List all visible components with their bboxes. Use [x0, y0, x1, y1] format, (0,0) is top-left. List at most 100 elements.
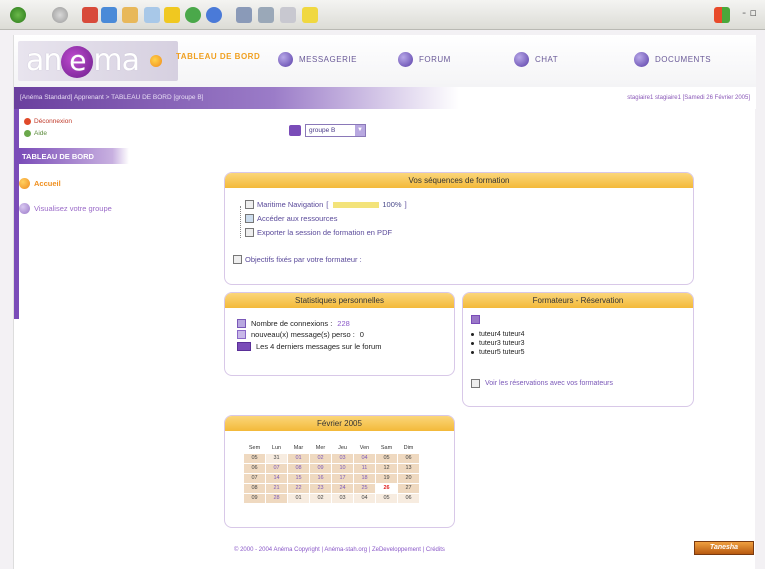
group-select: groupe B ▼ — [289, 124, 366, 137]
calendar-day-cell[interactable]: 01 — [287, 492, 310, 504]
refresh-icon[interactable] — [101, 7, 117, 23]
stats-title: Statistiques personnelles — [225, 293, 454, 308]
forward-icon[interactable] — [52, 7, 68, 23]
calendar-day-cell[interactable]: 17 — [331, 472, 354, 484]
sidebar-item-groupe[interactable]: Visualisez votre groupe — [19, 203, 112, 214]
messenger-icon[interactable] — [302, 7, 318, 23]
calendar-day-cell[interactable]: 04 — [353, 452, 376, 464]
history-icon[interactable] — [206, 7, 222, 23]
group-icon — [289, 125, 301, 136]
print-icon[interactable] — [258, 7, 274, 23]
export-pdf-link[interactable]: Exporter la session de formation en PDF — [245, 228, 392, 237]
anema-logo[interactable]: an e ma — [18, 41, 178, 81]
groupe-ball-icon — [19, 203, 30, 214]
calendar-day-header: Ven — [359, 445, 370, 452]
breadcrumb-bar: [Anéma Standard] Apprenant > TABLEAU DE … — [14, 87, 756, 109]
aide-link[interactable]: Aide — [24, 130, 47, 137]
back-icon[interactable] — [10, 7, 26, 23]
calendar-day-cell[interactable]: 24 — [331, 482, 354, 494]
resources-icon — [245, 214, 254, 223]
media-icon[interactable] — [185, 7, 201, 23]
calendar-day-header: Dim — [403, 445, 414, 452]
objectives-link[interactable]: Objectifs fixés par votre formateur : — [233, 255, 362, 264]
nav-messagerie[interactable]: MESSAGERIE — [278, 52, 357, 67]
nav-forum[interactable]: FORUM — [398, 52, 451, 67]
calendar-grid: Sem Lun Mar Mer Jeu Ven Sam Dim 05 31 01 02 03 04 05 0… — [243, 444, 420, 504]
connexions-icon — [237, 319, 246, 328]
calendar-day-cell[interactable]: 12 — [375, 462, 398, 474]
search-icon[interactable] — [144, 7, 160, 23]
document-icon — [233, 255, 242, 264]
module-icon — [245, 200, 254, 209]
calendar-day-cell[interactable]: 06 — [397, 452, 420, 464]
calendar-day-cell[interactable]: 28 — [265, 492, 288, 504]
home-icon[interactable] — [122, 7, 138, 23]
calendar-day-cell[interactable]: 27 — [397, 482, 420, 494]
calendar-day-cell[interactable]: 02 — [309, 452, 332, 464]
partner-badge[interactable]: Tanesha — [694, 541, 754, 555]
chevron-down-icon[interactable]: ▼ — [355, 125, 365, 136]
calendar-day-cell[interactable]: 07 — [265, 462, 288, 474]
module-row[interactable]: Maritime Navigation [ 100%] — [245, 200, 407, 209]
calendar-day-cell[interactable]: 19 — [375, 472, 398, 484]
nav-tableau-de-bord[interactable]: TABLEAU DE BORD — [176, 52, 260, 61]
calendar-day-cell[interactable]: 16 — [309, 472, 332, 484]
calendar-week-number: 05 — [243, 452, 266, 464]
calendar-day-cell[interactable]: 06 — [397, 492, 420, 504]
calendar-day-cell[interactable]: 01 — [287, 452, 310, 464]
nav-ball-icon — [398, 52, 413, 67]
window-controls[interactable]: - ▫ — [742, 6, 757, 19]
nav-documents[interactable]: DOCUMENTS — [634, 52, 711, 67]
message-icon — [237, 330, 246, 339]
breadcrumb: [Anéma Standard] Apprenant > TABLEAU DE … — [20, 94, 204, 101]
footer[interactable]: © 2000 - 2004 Anéma Copyright | Anéma-st… — [234, 547, 445, 553]
calendar-day-cell[interactable]: 18 — [353, 472, 376, 484]
calendar-day-cell[interactable]: 11 — [353, 462, 376, 474]
calendar-day-cell[interactable]: 25 — [353, 482, 376, 494]
calendar-day-cell[interactable]: 13 — [397, 462, 420, 474]
calendar-day-cell[interactable]: 31 — [265, 452, 288, 464]
calendar-day-cell[interactable]: 05 — [375, 452, 398, 464]
calendar-day-cell[interactable]: 26 — [375, 482, 398, 494]
nav-chat[interactable]: CHAT — [514, 52, 558, 67]
reservations-link[interactable]: Voir les réservations avec vos formateur… — [471, 379, 613, 388]
calendar-day-cell[interactable]: 15 — [287, 472, 310, 484]
sidebar-item-accueil[interactable]: Accueil — [19, 178, 61, 189]
forum-icon — [237, 342, 251, 351]
deconnexion-link[interactable]: Déconnexion — [24, 118, 72, 125]
document-icon — [471, 379, 480, 388]
stats-panel: Statistiques personnelles Nombre de conn… — [224, 292, 455, 376]
calendar-day-cell[interactable]: 23 — [309, 482, 332, 494]
calendar-day-cell[interactable]: 08 — [287, 462, 310, 474]
calendar-day-cell[interactable]: 09 — [309, 462, 332, 474]
sequences-panel: Vos séquences de formation Maritime Navi… — [224, 172, 694, 285]
calendar-day-cell[interactable]: 05 — [375, 492, 398, 504]
group-dropdown[interactable]: groupe B ▼ — [305, 124, 366, 137]
forum-row[interactable]: Les 4 derniers messages sur le forum — [237, 342, 381, 351]
calendar-day-cell[interactable]: 20 — [397, 472, 420, 484]
calendar-title: Février 2005 — [225, 416, 454, 431]
favorites-icon[interactable] — [164, 7, 180, 23]
calendar-day-cell[interactable]: 04 — [353, 492, 376, 504]
calendar-day-cell[interactable]: 21 — [265, 482, 288, 494]
calendar-day-cell[interactable]: 02 — [309, 492, 332, 504]
stop-icon[interactable] — [82, 7, 98, 23]
connexions-row: Nombre de connexions : 228 — [237, 319, 350, 328]
site-header: an e ma TABLEAU DE BORD MESSAGERIE FORUM C… — [14, 35, 756, 87]
messages-row[interactable]: nouveau(x) message(s) perso : 0 — [237, 330, 364, 339]
calendar-day-cell[interactable]: 10 — [331, 462, 354, 474]
tutor-item[interactable]: tuteur3 tuteur3 — [471, 340, 525, 347]
tutor-item[interactable]: tuteur5 tuteur5 — [471, 349, 525, 356]
page: an e ma TABLEAU DE BORD MESSAGERIE FORUM C… — [13, 35, 756, 569]
calendar-day-header: Sem — [248, 445, 261, 452]
calendar-day-cell[interactable]: 03 — [331, 492, 354, 504]
calendar-day-cell[interactable]: 14 — [265, 472, 288, 484]
calendar-day-cell[interactable]: 22 — [287, 482, 310, 494]
resources-link[interactable]: Accéder aux ressources — [245, 214, 337, 223]
formateurs-title: Formateurs - Réservation — [463, 293, 693, 308]
tutor-item[interactable]: tuteur4 tuteur4 — [471, 331, 525, 338]
calendar-day-header: Mar — [293, 445, 304, 452]
calendar-day-cell[interactable]: 03 — [331, 452, 354, 464]
mail-icon[interactable] — [236, 7, 252, 23]
edit-icon[interactable] — [280, 7, 296, 23]
